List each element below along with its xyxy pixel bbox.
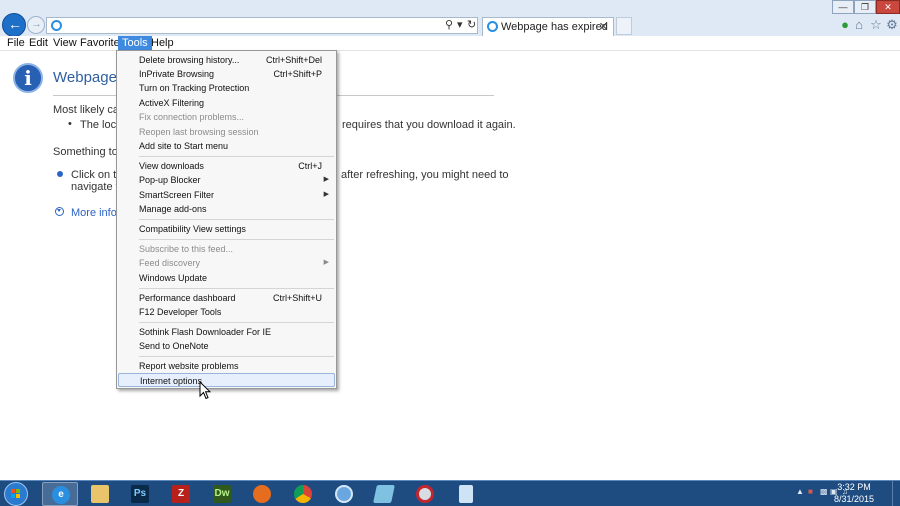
menu-item-delete-history[interactable]: Delete browsing history... Ctrl+Shift+De… — [117, 53, 336, 67]
browser-toolbar: ← → ⚲ ▾ ↻ Webpage has expired ✕ — ❐ ✕ ● … — [0, 0, 900, 37]
try-text-right: after refreshing, you might need to — [341, 169, 509, 181]
submenu-arrow-icon: ▶ — [323, 191, 329, 198]
taskbar-app-tile[interactable] — [366, 482, 402, 506]
compat-go-icon[interactable]: ● — [838, 18, 852, 32]
tab-webpage-expired[interactable]: Webpage has expired ✕ — [482, 17, 614, 36]
menu-item-windows-update[interactable]: Windows Update — [117, 271, 336, 285]
menu-separator — [139, 356, 334, 357]
menu-item-performance-dashboard[interactable]: Performance dashboard Ctrl+Shift+U — [117, 291, 336, 305]
photoshop-icon: Ps — [131, 485, 149, 503]
refresh-icon[interactable]: ↻ — [467, 18, 476, 31]
menu-item-subscribe-feed: Subscribe to this feed... — [139, 244, 234, 254]
menu-separator — [139, 239, 334, 240]
taskbar-ie[interactable]: e — [42, 482, 78, 506]
dropdown-icon[interactable]: ▾ — [457, 18, 463, 31]
taskbar-filezilla[interactable]: Z — [163, 482, 199, 506]
info-icon: i — [13, 63, 43, 93]
taskbar-media-app[interactable] — [407, 482, 443, 506]
tab-title: Webpage has expired — [501, 21, 608, 33]
taskbar-safari[interactable] — [326, 482, 362, 506]
menu-item-popup-blocker[interactable]: Pop-up Blocker ▶ — [117, 173, 336, 187]
gear-icon[interactable]: ⚙ — [885, 18, 899, 32]
taskbar-file-explorer[interactable] — [82, 482, 118, 506]
clock-date[interactable]: 8/31/2015 — [824, 494, 884, 504]
menu-item-view-downloads[interactable]: View downloads Ctrl+J — [117, 159, 336, 173]
back-button[interactable]: ← — [2, 13, 26, 37]
dreamweaver-icon: Dw — [213, 485, 231, 503]
menu-item-tracking-protection[interactable]: Turn on Tracking Protection — [117, 81, 336, 95]
menu-item-compat-view[interactable]: Compatibility View settings — [117, 222, 336, 236]
filezilla-icon: Z — [172, 485, 190, 503]
folder-icon — [91, 485, 109, 503]
bullet-marker: • — [68, 118, 72, 130]
bullet-dot-icon — [57, 171, 63, 177]
menu-item-feed-discovery: Feed discovery ▶ — [139, 258, 329, 268]
menu-item-smartscreen[interactable]: SmartScreen Filter ▶ — [117, 188, 336, 202]
taskbar-chrome[interactable] — [285, 482, 321, 506]
menu-item-reopen-session: Reopen last browsing session — [139, 127, 259, 137]
forward-button[interactable]: → — [27, 16, 45, 34]
home-icon[interactable]: ⌂ — [852, 18, 866, 32]
ie-tab-icon — [487, 21, 498, 32]
media-app-icon — [416, 485, 434, 503]
favorites-star-icon[interactable]: ☆ — [869, 18, 883, 32]
document-icon — [459, 485, 473, 503]
taskbar-firefox[interactable] — [244, 482, 280, 506]
menu-item-inprivate[interactable]: InPrivate Browsing Ctrl+Shift+P — [117, 67, 336, 81]
menu-item-onenote[interactable]: Send to OneNote — [117, 339, 336, 353]
tray-expand-icon[interactable]: ▲ — [796, 487, 805, 496]
close-window-button[interactable]: ✕ — [876, 0, 900, 14]
menu-separator — [139, 156, 334, 157]
menu-item-fix-connection: Fix connection problems... — [139, 112, 245, 122]
address-bar[interactable]: ⚲ ▾ ↻ — [46, 17, 478, 34]
menu-item-f12-tools[interactable]: F12 Developer Tools — [117, 305, 336, 319]
taskbar-photoshop[interactable]: Ps — [122, 482, 158, 506]
chrome-icon — [294, 485, 312, 503]
close-tab-icon[interactable]: ✕ — [599, 20, 608, 33]
new-tab-button[interactable] — [616, 17, 632, 35]
safari-icon — [335, 485, 353, 503]
menu-item-add-to-start[interactable]: Add site to Start menu — [117, 139, 336, 153]
clock-time[interactable]: 3:32 PM — [824, 482, 884, 492]
arrow-right-icon: → — [31, 18, 42, 30]
menu-item-manage-addons[interactable]: Manage add-ons — [117, 202, 336, 216]
tray-security-icon[interactable]: ■ — [808, 487, 817, 496]
expand-chevron-icon[interactable] — [55, 207, 64, 216]
menu-item-activex-filtering[interactable]: ActiveX Filtering — [117, 96, 336, 110]
start-button[interactable] — [4, 482, 28, 506]
submenu-arrow-icon: ▶ — [323, 259, 329, 266]
taskbar-document[interactable] — [448, 482, 484, 506]
try-heading: Something to t — [53, 146, 124, 158]
submenu-arrow-icon: ▶ — [323, 176, 329, 183]
show-desktop-button[interactable] — [892, 481, 900, 506]
try-text-left: Click on th — [71, 169, 123, 181]
maximize-button[interactable]: ❐ — [854, 0, 876, 14]
menu-separator — [139, 288, 334, 289]
tools-menu: Delete browsing history... Ctrl+Shift+De… — [116, 50, 337, 389]
ie-page-icon — [51, 20, 62, 31]
menu-separator — [139, 219, 334, 220]
menu-separator — [139, 322, 334, 323]
taskbar-dreamweaver[interactable]: Dw — [204, 482, 240, 506]
minimize-button[interactable]: — — [832, 0, 854, 14]
menu-item-internet-options[interactable]: Internet options — [118, 373, 335, 387]
menu-help[interactable]: Help — [147, 36, 178, 50]
arrow-left-icon: ← — [8, 16, 22, 32]
windows-logo-icon — [11, 489, 21, 499]
cause-text-right: requires that you download it again. — [342, 119, 516, 131]
taskbar: e Ps Z Dw ▲ ■ ▩ ▣ ♫ 3:32 PM 8/31/2015 — [0, 480, 900, 506]
search-icon[interactable]: ⚲ — [445, 18, 453, 31]
firefox-icon — [253, 485, 271, 503]
menu-item-sothink[interactable]: Sothink Flash Downloader For IE — [117, 325, 336, 339]
menu-item-report-problems[interactable]: Report website problems — [117, 359, 336, 373]
more-info-link[interactable]: More infor — [71, 207, 121, 219]
mouse-cursor-icon — [199, 381, 211, 400]
ie-icon: e — [52, 486, 70, 504]
menu-edit[interactable]: Edit — [25, 36, 52, 50]
menu-bar: File Edit View Favorites Tools Help — [0, 36, 900, 51]
app-tile-icon — [373, 485, 395, 503]
